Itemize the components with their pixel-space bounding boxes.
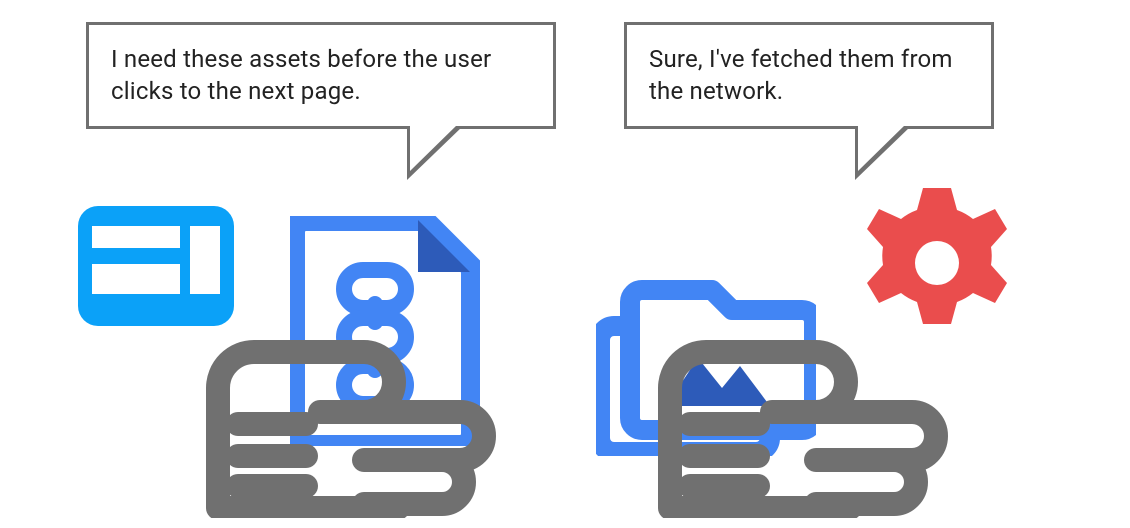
- diagram-stage: I need these assets before the user clic…: [0, 0, 1130, 528]
- speech-tail: [407, 126, 463, 180]
- gear-icon: [852, 178, 1022, 352]
- speech-text: Sure, I've fetched them from the network…: [649, 45, 953, 105]
- speech-tail: [855, 126, 911, 180]
- speech-bubble-request: I need these assets before the user clic…: [86, 22, 556, 129]
- hand-icon: [198, 308, 508, 522]
- speech-text: I need these assets before the user clic…: [111, 45, 491, 105]
- speech-bubble-response: Sure, I've fetched them from the network…: [624, 22, 994, 129]
